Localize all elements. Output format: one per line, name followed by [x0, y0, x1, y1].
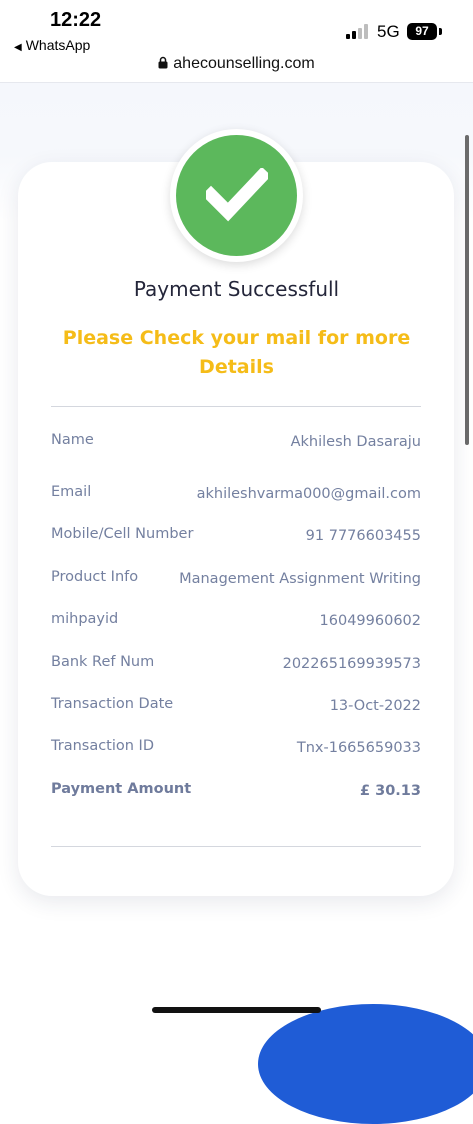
detail-label: Payment Amount [51, 781, 192, 797]
detail-label: mihpayid [51, 611, 119, 627]
detail-row-payment-amount: Payment Amount £ 30.13 [51, 781, 421, 803]
home-indicator[interactable] [152, 1007, 321, 1013]
detail-row-name: Name Akhilesh Dasaraju [51, 432, 421, 454]
floating-action-shape[interactable] [258, 1004, 473, 1124]
divider-top [51, 406, 421, 407]
detail-row-transaction-date: Transaction Date 13-Oct-2022 [51, 696, 421, 718]
detail-label: Mobile/Cell Number [51, 526, 194, 542]
back-app-label: WhatsApp [25, 37, 91, 53]
url-text: ahecounselling.com [173, 55, 315, 72]
checkmark-icon [206, 168, 268, 222]
detail-row-bank-ref: Bank Ref Num 202265169939573 [51, 654, 421, 676]
divider-bottom [51, 846, 421, 847]
detail-label: Transaction Date [51, 696, 174, 712]
detail-label: Name [51, 432, 94, 448]
success-badge [170, 129, 303, 262]
lock-icon [158, 56, 168, 69]
detail-row-product-info: Product Info Management Assignment Writi… [51, 569, 421, 591]
payment-amount-value: £ 30.13 [359, 783, 421, 799]
back-to-app-link[interactable]: ◀ WhatsApp [14, 37, 90, 53]
detail-value: akhileshvarma000@gmail.com [196, 486, 421, 502]
address-bar[interactable]: ahecounselling.com [0, 55, 473, 73]
detail-value: 16049960602 [319, 613, 421, 629]
detail-value: Management Assignment Writing [179, 571, 421, 587]
status-bar: 12:22 ◀ WhatsApp 5G 97 ahecounselling.com [0, 0, 473, 83]
detail-label: Bank Ref Num [51, 654, 155, 670]
detail-label: Transaction ID [51, 738, 155, 754]
detail-row-email: Email akhileshvarma000@gmail.com [51, 484, 421, 506]
battery-icon: 97 [407, 23, 437, 40]
detail-row-mobile: Mobile/Cell Number 91 7776603455 [51, 526, 421, 548]
status-time: 12:22 [50, 9, 102, 31]
mail-notice: Please Check your mail for more Details [62, 327, 411, 378]
detail-value: 13-Oct-2022 [329, 698, 421, 714]
detail-value: 202265169939573 [282, 656, 421, 672]
back-arrow-icon: ◀ [14, 42, 22, 53]
detail-value: Akhilesh Dasaraju [290, 434, 421, 450]
detail-row-transaction-id: Transaction ID Tnx-1665659033 [51, 738, 421, 760]
detail-label: Email [51, 484, 92, 500]
network-type: 5G [377, 22, 400, 41]
detail-label: Product Info [51, 569, 139, 585]
battery-tip [439, 28, 442, 35]
detail-value: 91 7776603455 [305, 528, 421, 544]
detail-row-mihpayid: mihpayid 16049960602 [51, 611, 421, 633]
payment-status-title: Payment Successfull [133, 277, 340, 301]
battery-level: 97 [415, 24, 429, 38]
signal-strength-icon [346, 24, 370, 39]
detail-value: Tnx-1665659033 [296, 740, 421, 756]
success-circle [176, 135, 297, 256]
